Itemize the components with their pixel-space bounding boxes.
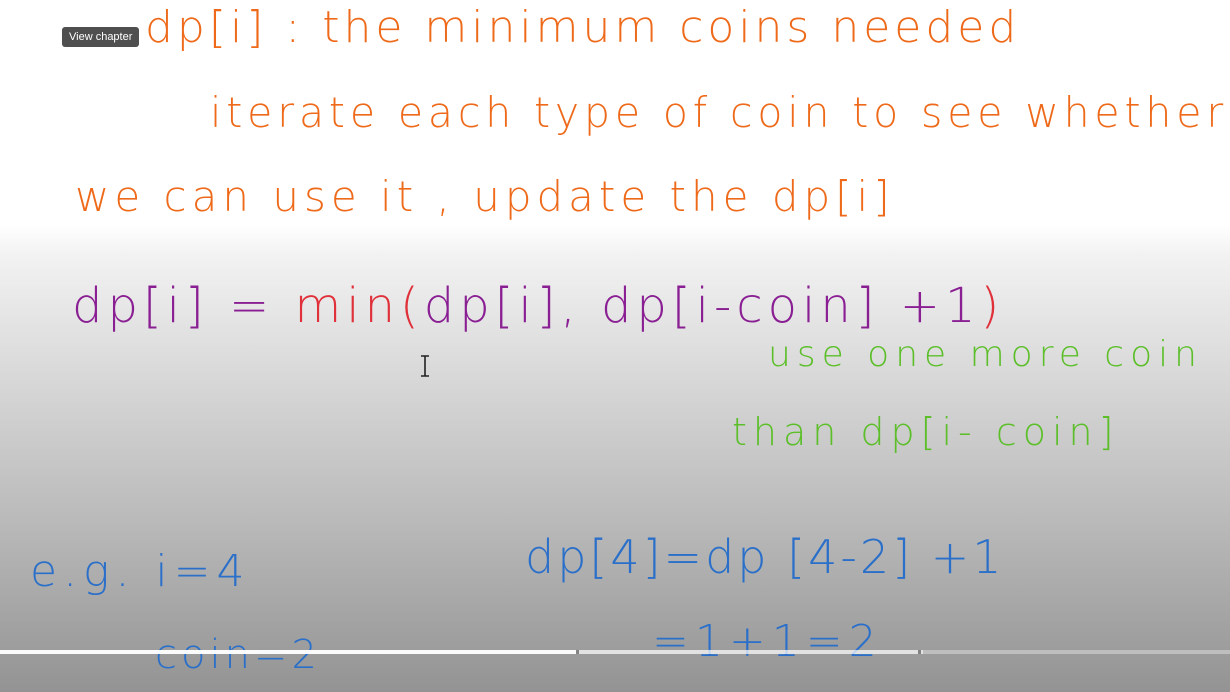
board-example-label: e.g. i=4 [30, 546, 251, 597]
chapter-marker[interactable] [918, 650, 921, 654]
progress-played [0, 650, 578, 654]
video-player[interactable]: View chapter dp[i] : the minimum coins n… [0, 0, 1230, 692]
board-line-definition: dp[i] : the minimum coins needed [145, 2, 1021, 53]
recurrence-args: dp[i], dp[i-coin] [423, 278, 880, 334]
text-cursor-icon [421, 355, 429, 377]
board-note-use-one-more: use one more coin [768, 334, 1203, 375]
recurrence-plus-one: +1 [879, 278, 981, 334]
board-example-coin: coin=2 [155, 632, 321, 678]
recurrence-lhs: dp[i] = [72, 278, 295, 334]
chapter-marker[interactable] [576, 650, 579, 654]
board-line-recurrence: dp[i] = min(dp[i], dp[i-coin] +1) [72, 278, 1004, 334]
recurrence-min: min( [294, 278, 424, 334]
view-chapter-tooltip[interactable]: View chapter [62, 27, 140, 47]
board-example-eq1: dp[4]=dp [4-2] +1 [525, 530, 1005, 584]
progress-bar[interactable] [0, 650, 1230, 654]
board-line-iterate: iterate each type of coin to see whether [210, 88, 1229, 137]
board-example-eq2: =1+1=2 [652, 616, 883, 667]
board-note-than-dp: than dp[i- coin] [732, 410, 1120, 454]
board-line-update: we can use it , update the dp[i] [75, 172, 895, 221]
recurrence-close-paren: ) [980, 278, 1005, 334]
